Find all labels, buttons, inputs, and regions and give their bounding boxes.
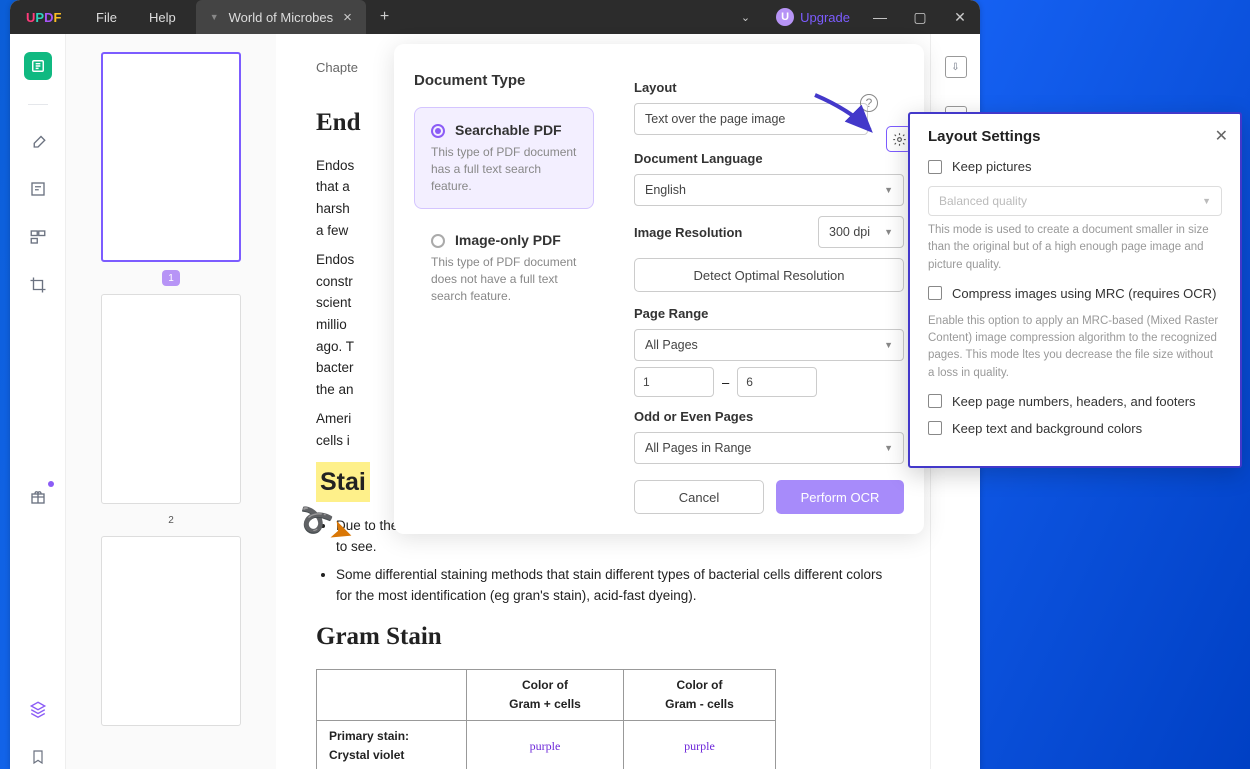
detect-resolution-button[interactable]: Detect Optimal Resolution: [634, 258, 904, 292]
menu-file[interactable]: File: [80, 10, 133, 25]
page-number: 2: [162, 512, 180, 528]
tab-close-icon[interactable]: ×: [343, 9, 352, 26]
tabs-overflow-icon[interactable]: ⌄: [725, 11, 766, 24]
keep-numbers-checkbox[interactable]: Keep page numbers, headers, and footers: [928, 394, 1222, 409]
page-thumb-1[interactable]: [101, 52, 241, 262]
option-image-only-pdf[interactable]: Image-only PDF This type of PDF document…: [414, 217, 594, 319]
popup-close-icon[interactable]: ✕: [1215, 126, 1228, 146]
export-icon[interactable]: ⇩: [945, 56, 967, 78]
language-select[interactable]: English▼: [634, 174, 904, 206]
tab-dropdown-icon[interactable]: ▼: [210, 12, 219, 22]
compress-mrc-checkbox[interactable]: Compress images using MRC (requires OCR): [928, 286, 1222, 301]
menu-help[interactable]: Help: [133, 10, 192, 25]
window-maximize-button[interactable]: ▢: [900, 0, 940, 34]
page-range-label: Page Range: [634, 306, 904, 321]
new-tab-button[interactable]: +: [366, 8, 403, 26]
thumbnail-panel: 1 2: [66, 34, 276, 769]
quality-desc: This mode is used to create a document s…: [928, 222, 1222, 274]
upgrade-badge-icon: U: [776, 8, 794, 26]
layout-select[interactable]: Text over the page image▼: [634, 103, 868, 135]
crop-icon[interactable]: [26, 273, 50, 297]
popup-title: Layout Settings: [928, 128, 1222, 145]
heading-gram: Gram Stain: [316, 617, 890, 657]
edit-text-icon[interactable]: [26, 177, 50, 201]
option-searchable-pdf[interactable]: Searchable PDF This type of PDF document…: [414, 107, 594, 209]
img-res-label: Image Resolution: [634, 225, 808, 240]
layout-label: Layout: [634, 80, 904, 95]
annotate-icon[interactable]: [26, 129, 50, 153]
quality-select[interactable]: Balanced quality▼: [928, 186, 1222, 216]
bookmark-icon[interactable]: [26, 745, 50, 769]
page-thumb-2[interactable]: [101, 294, 241, 504]
layout-settings-popup: Layout Settings ✕ Keep pictures Balanced…: [908, 112, 1242, 468]
doc-lang-label: Document Language: [634, 151, 904, 166]
page-to-input[interactable]: [737, 367, 817, 397]
document-type-label: Document Type: [414, 72, 594, 89]
tab-title: World of Microbes: [229, 10, 334, 25]
dpi-select[interactable]: 300 dpi▼: [818, 216, 904, 248]
logo: UPDF: [10, 10, 80, 25]
perform-ocr-button[interactable]: Perform OCR: [776, 480, 904, 514]
radio-icon: [431, 124, 445, 138]
reader-mode-icon[interactable]: [24, 52, 52, 80]
keep-colors-checkbox[interactable]: Keep text and background colors: [928, 421, 1222, 436]
page-number: 1: [162, 270, 180, 286]
window-close-button[interactable]: ✕: [940, 0, 980, 34]
ocr-panel: Document Type Searchable PDF This type o…: [394, 44, 924, 534]
tab-document[interactable]: ▼ World of Microbes ×: [196, 0, 366, 34]
gift-icon[interactable]: [26, 485, 50, 509]
keep-pictures-checkbox[interactable]: Keep pictures: [928, 159, 1222, 174]
cancel-button[interactable]: Cancel: [634, 480, 764, 514]
window-minimize-button[interactable]: —: [860, 0, 900, 34]
page-from-input[interactable]: [634, 367, 714, 397]
odd-even-label: Odd or Even Pages: [634, 409, 904, 424]
organize-icon[interactable]: [26, 225, 50, 249]
gram-table: Color of Gram + cellsColor of Gram - cel…: [316, 669, 776, 769]
left-toolbar: [10, 34, 66, 769]
odd-even-select[interactable]: All Pages in Range▼: [634, 432, 904, 464]
page-thumb-3[interactable]: [101, 536, 241, 726]
layers-icon[interactable]: [26, 697, 50, 721]
page-range-select[interactable]: All Pages▼: [634, 329, 904, 361]
titlebar: UPDF File Help ▼ World of Microbes × + ⌄…: [10, 0, 980, 34]
list-item: Some differential staining methods that …: [336, 564, 890, 607]
mrc-desc: Enable this option to apply an MRC-based…: [928, 313, 1222, 382]
help-icon[interactable]: ?: [860, 94, 878, 112]
upgrade-button[interactable]: UUpgrade: [766, 8, 860, 26]
app-window: UPDF File Help ▼ World of Microbes × + ⌄…: [10, 0, 980, 769]
